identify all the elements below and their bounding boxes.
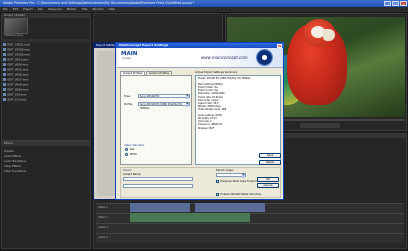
effects-folder[interactable]: Video Transitions: [4, 170, 26, 173]
list-item[interactable]: EDIT_V0O4.mov: [3, 63, 85, 68]
app-titlebar: Adobe Premiere Pro - C:\Documents and Se…: [0, 0, 408, 7]
window-controls: _ □ ×: [384, 1, 407, 6]
list-item[interactable]: EDIT_V55O0.mov: [3, 48, 85, 53]
clip-icon: [3, 48, 6, 51]
timeline-clip[interactable]: [130, 203, 190, 212]
clip-icon: [3, 98, 6, 101]
list-item[interactable]: EDIT_V0O3.mov: [3, 58, 85, 63]
clip-icon: [3, 68, 6, 71]
menu-clip[interactable]: Clip: [38, 7, 43, 12]
close-button[interactable]: ×: [400, 1, 407, 6]
playback-controls[interactable]: [300, 123, 340, 128]
clip-icon: [3, 73, 6, 76]
timeline-clip[interactable]: [195, 203, 265, 212]
mc-url: www.mainconcept.com: [201, 55, 248, 60]
profile-select[interactable]: Sony XDCAM EX 1080i 25p/50p HQ 35Mbps ▼: [138, 102, 190, 110]
cancel-button[interactable]: Cancel: [257, 183, 279, 188]
export-range-label: Export range:: [216, 169, 234, 172]
menu-window[interactable]: Window: [92, 7, 103, 12]
track-label: Audio 2: [98, 236, 108, 239]
pal-radio[interactable]: [125, 148, 128, 151]
output-name-label: Output Name:: [123, 173, 142, 176]
menu-bar: File Edit Project Clip Sequence Marker T…: [0, 7, 408, 12]
list-item[interactable]: EDIT_V0O7.mov: [3, 78, 85, 83]
output-name-field[interactable]: [123, 177, 193, 181]
clip-icon: [3, 58, 6, 61]
track-label: Audio 1: [98, 226, 108, 229]
clip-icon: [3, 43, 6, 46]
export-dialog-sidebar: [97, 51, 115, 196]
effects-folder[interactable]: Audio Transitions: [4, 160, 26, 163]
type-value: Sony XDCAM EX: [140, 95, 160, 98]
menu-file[interactable]: File: [3, 7, 8, 12]
timeline-clip[interactable]: [130, 213, 250, 222]
track-label: Video 1: [98, 216, 108, 219]
list-item[interactable]: EDIT_V0O9.mov: [3, 88, 85, 93]
mainconcept-export-dialog: MainConcept Export Settings × MAIN conce…: [115, 42, 284, 200]
minimize-button[interactable]: _: [384, 1, 391, 6]
pal-label: PAL: [130, 147, 135, 151]
ntsc-radio[interactable]: [125, 153, 128, 156]
effects-folder[interactable]: Audio Effects: [4, 155, 21, 158]
mc-close-icon[interactable]: ×: [277, 43, 282, 48]
export-label: Export: [123, 169, 132, 172]
mc-logo-sub: concept: [122, 57, 131, 60]
window-title: Adobe Premiere Pro - C:\Documents and Se…: [3, 1, 195, 5]
menu-edit[interactable]: Edit: [13, 7, 18, 12]
project-thumbnail: [4, 18, 28, 34]
bin-label: Untitled.prproj: [4, 34, 23, 37]
chevron-down-icon: ▼: [185, 103, 189, 107]
ok-button[interactable]: OK: [257, 177, 279, 182]
delete-button[interactable]: Delete: [259, 160, 281, 165]
list-item[interactable]: EDIT_V55O2.mov: [3, 53, 85, 58]
preserve-timecode-label: Preserve Work Area Timecode: [220, 179, 260, 183]
clip-icon: [3, 53, 6, 56]
clip-icon: [3, 93, 6, 96]
menu-title[interactable]: Title: [81, 7, 87, 12]
menu-sequence[interactable]: Sequence: [48, 7, 62, 12]
list-item[interactable]: EDIT_V0O8.mov: [3, 83, 85, 88]
clip-icon: [3, 63, 6, 66]
effects-folder[interactable]: Video Effects: [4, 165, 21, 168]
maximize-button[interactable]: □: [392, 1, 399, 6]
clip-icon: [3, 88, 6, 91]
timeline-track[interactable]: [96, 223, 404, 233]
summary-title: Actual Export Settings Summary: [195, 71, 238, 74]
menu-marker[interactable]: Marker: [67, 7, 77, 12]
clip-icon: [3, 83, 6, 86]
list-item[interactable]: EDIT_V0O5.mov: [3, 68, 85, 73]
list-item[interactable]: EDIT_V10.mov: [3, 93, 85, 98]
clip-icon: [3, 78, 6, 81]
xdcam-structure-checkbox[interactable]: [216, 193, 219, 196]
preserve-timecode-checkbox[interactable]: [216, 180, 219, 183]
track-label: Video 2: [98, 206, 108, 209]
output-path-field[interactable]: [123, 184, 193, 188]
xdcam-structure-label: Enable XDCAM Media Structure: [220, 192, 262, 196]
list-item[interactable]: EDIT_Y55O1.mod: [3, 43, 85, 48]
menu-project[interactable]: Project: [23, 7, 33, 12]
list-item[interactable]: EDIT_V11.mov: [3, 98, 85, 103]
chevron-down-icon: ▼: [185, 95, 189, 99]
menu-help[interactable]: Help: [108, 7, 114, 12]
mc-profile-panel: Type: Sony XDCAM EX ▼ Profile: Sony XDCA…: [120, 75, 192, 165]
project-list-header: [3, 39, 89, 42]
save-button[interactable]: Save: [259, 153, 281, 158]
disc-icon: [256, 49, 273, 66]
profile-value: Sony XDCAM EX 1080i 25p/50p HQ 35Mbps: [140, 103, 183, 110]
ntsc-label: NTSC: [130, 152, 137, 156]
effects-folder[interactable]: Presets: [4, 150, 13, 153]
settings-summary: Preset: XDCAM EX 1080i 25p/50p HQ 35Mbps…: [195, 75, 281, 165]
chevron-down-icon: ▼: [241, 174, 245, 178]
list-item[interactable]: EDIT_V0O6.mov: [3, 73, 85, 78]
profile-label: Profile:: [124, 103, 133, 106]
effects-tab[interactable]: Effects: [2, 142, 90, 146]
mc-export-group: Export Output Name: Export range: ▼ Pres…: [120, 167, 281, 198]
type-label: Type:: [124, 95, 131, 98]
parrot-beak: [323, 29, 335, 41]
timeline-track[interactable]: [96, 233, 404, 243]
export-range-select[interactable]: ▼: [216, 173, 246, 178]
type-select[interactable]: Sony XDCAM EX ▼: [138, 94, 190, 99]
